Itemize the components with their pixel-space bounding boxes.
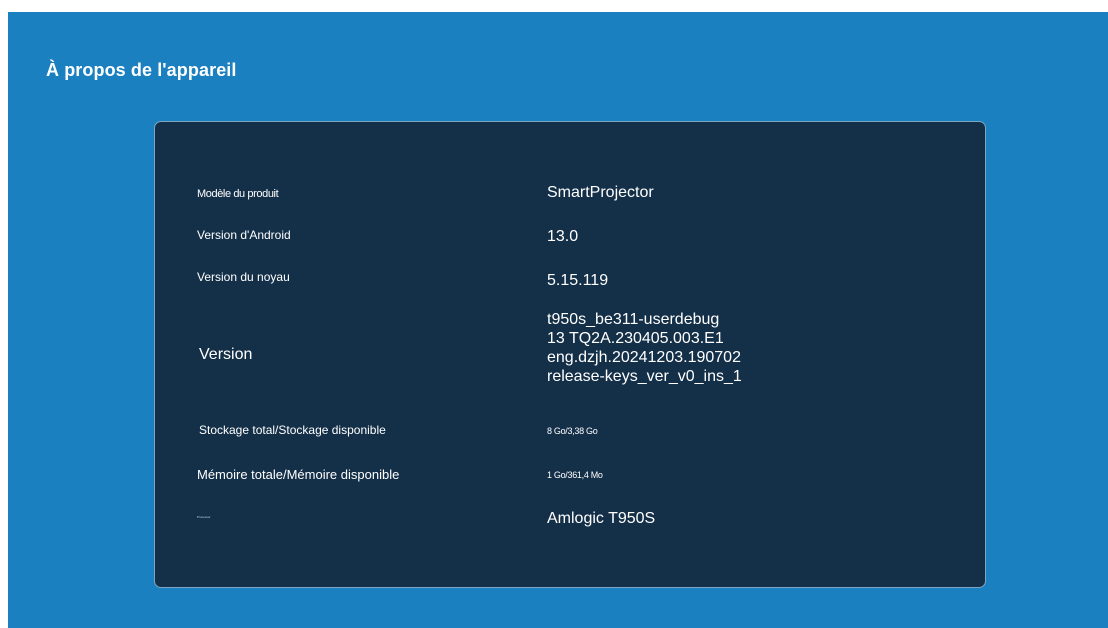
android-version-value: 13.0 [547,228,579,245]
memory-value: 1 Go/361,4 Mo [547,470,603,480]
build-version-line: eng.dzjh.20241203.190702 [547,349,741,366]
processor-label: Processor [197,515,211,519]
processor-value: Amlogic T950S [547,510,656,527]
storage-value: 8 Go/3,38 Go [547,426,598,436]
product-model-label: Modèle du produit [197,188,279,200]
build-version-value: t950s_be311-userdebug 13 TQ2A.230405.003… [547,310,742,386]
memory-label: Mémoire totale/Mémoire disponible [197,467,400,482]
android-version-label: Version d'Android [197,228,291,242]
build-version-line: t950s_be311-userdebug [547,311,720,328]
build-version-label: Version [199,346,253,363]
storage-label: Stockage total/Stockage disponible [199,423,386,437]
settings-screen: À propos de l'appareil Modèle du produit… [8,12,1108,628]
build-version-line: release-keys_ver_v0_ins_1 [547,368,742,385]
page-title: À propos de l'appareil [46,60,237,80]
kernel-version-value: 5.15.119 [547,272,609,289]
kernel-version-label: Version du noyau [197,270,290,284]
device-info-panel: Modèle du produit SmartProjector Version… [154,121,986,588]
product-model-value: SmartProjector [547,184,654,201]
build-version-line: 13 TQ2A.230405.003.E1 [547,330,724,347]
